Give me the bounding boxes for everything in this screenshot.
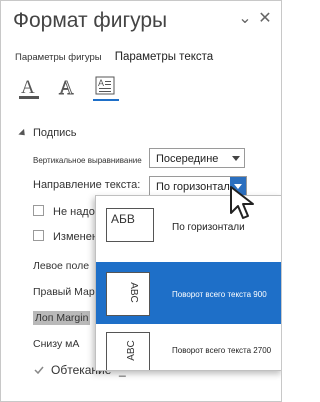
rotate-90-sample-text: ABC <box>127 282 139 303</box>
tab-text-options[interactable]: Параметры текста <box>115 51 213 63</box>
rotate-90-sample: ABC <box>106 272 150 316</box>
text-fill-letter: A <box>21 77 35 98</box>
text-fill-icon[interactable]: A <box>17 75 43 101</box>
vertical-alignment-dropdown[interactable]: Посередине <box>149 148 245 168</box>
right-margin-label: Правый Марг <box>33 286 99 298</box>
horizontal-sample: АБВ <box>106 208 154 242</box>
text-outline-icon[interactable]: A <box>55 75 81 101</box>
bottom-margin-label: Снизу мА <box>33 338 80 350</box>
mouse-cursor-icon <box>229 185 259 228</box>
wrap-text-checkbox[interactable] <box>33 363 45 375</box>
options-tabs: Параметры фигуры Параметры текста <box>15 51 223 63</box>
top-margin-label: Лоп Margin <box>33 311 91 325</box>
rotate-270-option-label: Поворот всего текста 2700 <box>172 346 272 355</box>
text-outline-letter: A <box>59 77 74 99</box>
vertical-alignment-value: Посередине <box>156 153 219 165</box>
rotate-90-option-label: Поворот всего текста 900 <box>172 290 267 299</box>
rotate-270-sample-text: ABC <box>125 340 137 361</box>
direction-option-rotate-90[interactable]: ABC Поворот всего текста 900 <box>96 262 281 324</box>
textbox-letter: A <box>98 78 104 88</box>
resize-shape-checkbox[interactable] <box>33 230 44 241</box>
top-margin-label-text: Лоп Margin <box>33 311 91 325</box>
close-button[interactable]: ✕ <box>255 9 275 29</box>
format-shape-pane: Формат фигуры ⌄ ✕ Параметры фигуры Парам… <box>0 0 282 402</box>
section-title: Подпись <box>33 127 77 139</box>
expand-chevron-icon <box>18 128 28 138</box>
collapse-button[interactable]: ⌄ <box>235 9 255 29</box>
left-margin-label: Левое поле <box>33 260 90 272</box>
chevron-down-icon <box>228 149 244 167</box>
text-direction-value: По горизонтали <box>156 181 236 193</box>
textbox-icon[interactable]: A <box>93 75 119 101</box>
tab-shape-options[interactable]: Параметры фигуры <box>15 52 102 63</box>
horizontal-sample-text: АБВ <box>111 212 135 226</box>
vertical-alignment-label: Вертикальное выравнивание <box>33 156 142 165</box>
rotate-270-sample: ABC <box>106 332 150 370</box>
pane-title: Формат фигуры <box>13 9 168 32</box>
direction-option-rotate-270[interactable]: ABC Поворот всего текста 2700 <box>96 326 281 370</box>
section-textbox[interactable]: Подпись <box>18 127 77 139</box>
text-direction-label: Направление текста: <box>33 179 141 191</box>
do-not-autofit-checkbox[interactable] <box>33 205 44 216</box>
do-not-autofit-label: Не надо <box>53 206 95 218</box>
